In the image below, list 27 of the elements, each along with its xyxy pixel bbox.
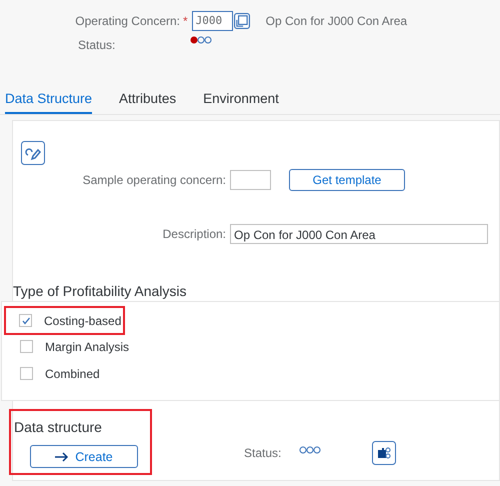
arrow-right-icon	[55, 452, 70, 462]
checkbox-label[interactable]: Costing-based	[44, 314, 122, 328]
tab[interactable]: Attributes	[119, 91, 176, 114]
checkbox-label[interactable]: Combined	[45, 366, 100, 380]
checkbox[interactable]	[19, 314, 32, 327]
checkbox[interactable]	[20, 367, 33, 380]
required-mark: *	[183, 14, 188, 28]
field-label: Description:	[162, 227, 226, 241]
input-field[interactable]	[230, 170, 271, 190]
section-title: Data structure	[14, 419, 103, 435]
status-label: Status:	[244, 446, 282, 460]
concern-description: Op Con for J000 Con Area	[266, 14, 408, 28]
edit-icon[interactable]	[21, 141, 45, 165]
value-help-icon[interactable]	[234, 13, 250, 29]
checkbox-label[interactable]: Margin Analysis	[45, 340, 130, 354]
input-field[interactable]: Op Con for J000 Con Area	[230, 224, 488, 244]
input-field[interactable]: J000	[192, 11, 233, 31]
tab[interactable]: Environment	[203, 91, 279, 114]
section-title: Type of Profitability Analysis	[12, 282, 188, 301]
status-label: Status:	[77, 37, 116, 52]
create-button[interactable]: Create	[30, 445, 138, 468]
get-template-button[interactable]: Get template	[289, 169, 405, 191]
tab[interactable]: Data Structure	[5, 91, 92, 114]
field-label: Operating Concern:	[74, 14, 180, 28]
checkbox[interactable]	[20, 340, 33, 353]
field-label: Sample operating concern:	[82, 173, 226, 187]
puzzle-icon[interactable]	[372, 441, 396, 465]
